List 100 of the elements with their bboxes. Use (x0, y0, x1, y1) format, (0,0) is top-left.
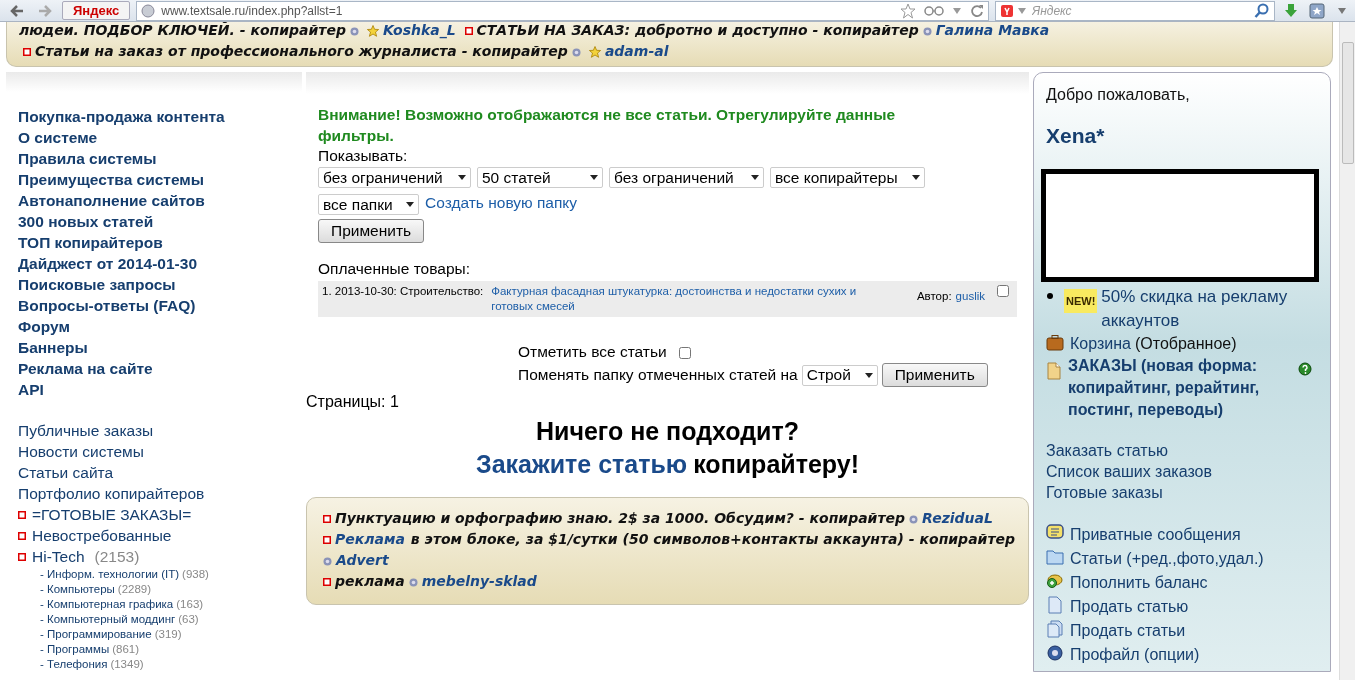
author-link[interactable]: Koshka_L (382, 22, 456, 38)
menu-link[interactable]: Продать статью (1070, 598, 1189, 615)
menu-link[interactable]: Статьи (+ред.,фото,удал.) (1070, 550, 1264, 567)
help-icon (1298, 362, 1312, 376)
ad-text: Пунктуацию и орфографию знаю. 2$ за 1000. Обсудим? - копирайтер (335, 510, 906, 526)
globe-icon (141, 3, 156, 18)
folder-icon (1046, 548, 1064, 566)
category-link[interactable]: =ГОТОВЫЕ ЗАКАЗЫ= (32, 504, 192, 525)
square-bullet-icon (18, 552, 26, 561)
gear-icon (1046, 644, 1064, 662)
nav-link[interactable]: О системе (18, 127, 302, 148)
apply-button[interactable]: Применить (318, 219, 425, 243)
nav-link[interactable]: Покупка-продажа контента (18, 106, 302, 127)
square-bullet-icon (323, 515, 331, 523)
subcategory-link[interactable]: - Телефония (40, 657, 108, 672)
dot-icon (571, 47, 581, 57)
author-link[interactable]: mebelny-sklad (421, 573, 537, 589)
addon-icon (1309, 2, 1327, 19)
order-link[interactable]: Закажите статью (476, 450, 688, 478)
category-link[interactable]: Невостребованные (32, 525, 172, 546)
menu-icon (1337, 6, 1347, 15)
menu-link[interactable]: Пополнить баланс (1070, 574, 1208, 591)
item-count: (163) (176, 597, 204, 612)
dot-icon (323, 556, 332, 566)
square-bullet-icon (323, 536, 331, 544)
nav-link[interactable]: Поисковые запросы (18, 274, 302, 295)
dropdown[interactable]: 50 статей (477, 167, 603, 188)
square-bullet-icon (323, 578, 331, 586)
nav-link[interactable]: Форум (18, 316, 302, 337)
item-count: (1349) (110, 657, 144, 672)
item-count: (63) (178, 612, 199, 627)
dropdown[interactable]: без ограничений (609, 167, 764, 188)
nav-link[interactable]: API (18, 379, 302, 400)
address-field[interactable]: www.textsale.ru/index.php?allst=1 (136, 0, 989, 21)
subcategory-link[interactable]: - Компьютерная графика (40, 597, 174, 612)
filter-label: Показывать: (318, 146, 409, 166)
nav-link[interactable]: Автонаполнение сайтов (18, 190, 302, 211)
checkbox[interactable] (678, 346, 691, 359)
author-link[interactable]: Advert (336, 552, 389, 568)
square-bullet-icon (18, 531, 26, 540)
nav-link[interactable]: Баннеры (18, 337, 302, 358)
nav-link[interactable]: Новости системы (18, 441, 302, 462)
search-engine-tab[interactable]: Яндекс (62, 1, 131, 20)
menu-link[interactable]: Готовые заказы (1046, 482, 1212, 503)
download-icon (1283, 2, 1299, 19)
ad-text: СТАТЬИ НА ЗАКАЗ: добротно и доступно - копирайтер (476, 22, 919, 38)
glasses-icon (924, 4, 944, 17)
star-icon (900, 2, 916, 19)
nav-link[interactable]: 300 новых статей (18, 211, 302, 232)
nav-link[interactable]: Дайджест от 2014-01-30 (18, 253, 302, 274)
menu-link[interactable]: Профайл (опции) (1070, 646, 1200, 663)
dot-icon (408, 577, 418, 587)
article-link[interactable]: Фактурная фасадная штукатурка: достоинства и недостатки сухих и готовых смесей (491, 284, 893, 314)
ad-link[interactable]: Реклама (335, 531, 405, 547)
author-link[interactable]: ReziduaL (922, 510, 993, 526)
subcategory-link[interactable]: - Информ. технологии (IT) (40, 567, 180, 582)
author-link[interactable]: Галина Мавка (935, 22, 1050, 38)
nav-link[interactable]: Портфолио копирайтеров (18, 483, 302, 504)
ad-text: реклама (335, 573, 405, 589)
welcome-text: Добро пожаловать, (1046, 85, 1190, 105)
subcategory-link[interactable]: - Программирование (40, 627, 152, 642)
subcategory-link[interactable]: - Компьютерный моддинг (40, 612, 176, 627)
coins-icon (1046, 572, 1064, 590)
author-link[interactable]: guslik (955, 289, 985, 304)
menu-link[interactable]: Заказать статью (1046, 440, 1212, 461)
menu-link[interactable]: Список ваших заказов (1046, 461, 1212, 482)
menu-link[interactable]: Продать статьи (1070, 622, 1186, 639)
briefcase-icon (1046, 335, 1064, 351)
scrollbar[interactable] (1339, 22, 1355, 680)
basket-note: (Отобранное) (1134, 335, 1237, 352)
nav-link[interactable]: Вопросы-ответы (FAQ) (18, 295, 302, 316)
category-link[interactable]: Hi-Tech (32, 546, 85, 567)
author-link[interactable]: adam-al (604, 43, 669, 59)
dropdown[interactable]: Строй (801, 364, 878, 386)
orders-link[interactable]: ЗАКАЗЫ (новая форма: копирайтинг, рерайтинг, постинг, переводы) (1068, 355, 1294, 421)
apply-button[interactable]: Применить (881, 363, 988, 387)
promo-link[interactable]: 50% скидка на рекламу аккаунтов (1101, 285, 1318, 333)
basket-link[interactable]: Корзина (1070, 335, 1131, 352)
dot-icon (349, 26, 359, 36)
nav-link[interactable]: Публичные заказы (18, 420, 302, 441)
subcategory-link[interactable]: - Компьютеры (40, 582, 115, 597)
dropdown[interactable]: без ограничений (318, 167, 471, 188)
dropdown[interactable]: все папки (318, 194, 419, 215)
checkbox[interactable] (997, 285, 1009, 297)
nav-link[interactable]: Статьи сайта (18, 462, 302, 483)
username-link[interactable]: Xena* (1046, 124, 1105, 148)
nav-link[interactable]: Правила системы (18, 148, 302, 169)
new-folder-link[interactable]: Создать новую папку (425, 194, 578, 215)
caret-icon (751, 175, 759, 180)
item-count: (861) (112, 642, 139, 657)
article-meta: 1. 2013-10-30: Строительство: (322, 284, 484, 299)
dropdown-icon (952, 6, 962, 15)
nav-link[interactable]: Преимущества системы (18, 169, 302, 190)
dropdown[interactable]: все копирайтеры (770, 167, 925, 188)
nav-link[interactable]: ТОП копирайтеров (18, 232, 302, 253)
ad-text: людеи. ПОДБОР КЛЮЧЕЙ. - копирайтер (19, 22, 346, 38)
nav-link[interactable]: Реклама на сайте (18, 358, 302, 379)
menu-link[interactable]: Приватные сообщения (1070, 526, 1241, 543)
search-field[interactable]: Яндекс (995, 0, 1275, 21)
subcategory-link[interactable]: - Программы (40, 642, 110, 657)
